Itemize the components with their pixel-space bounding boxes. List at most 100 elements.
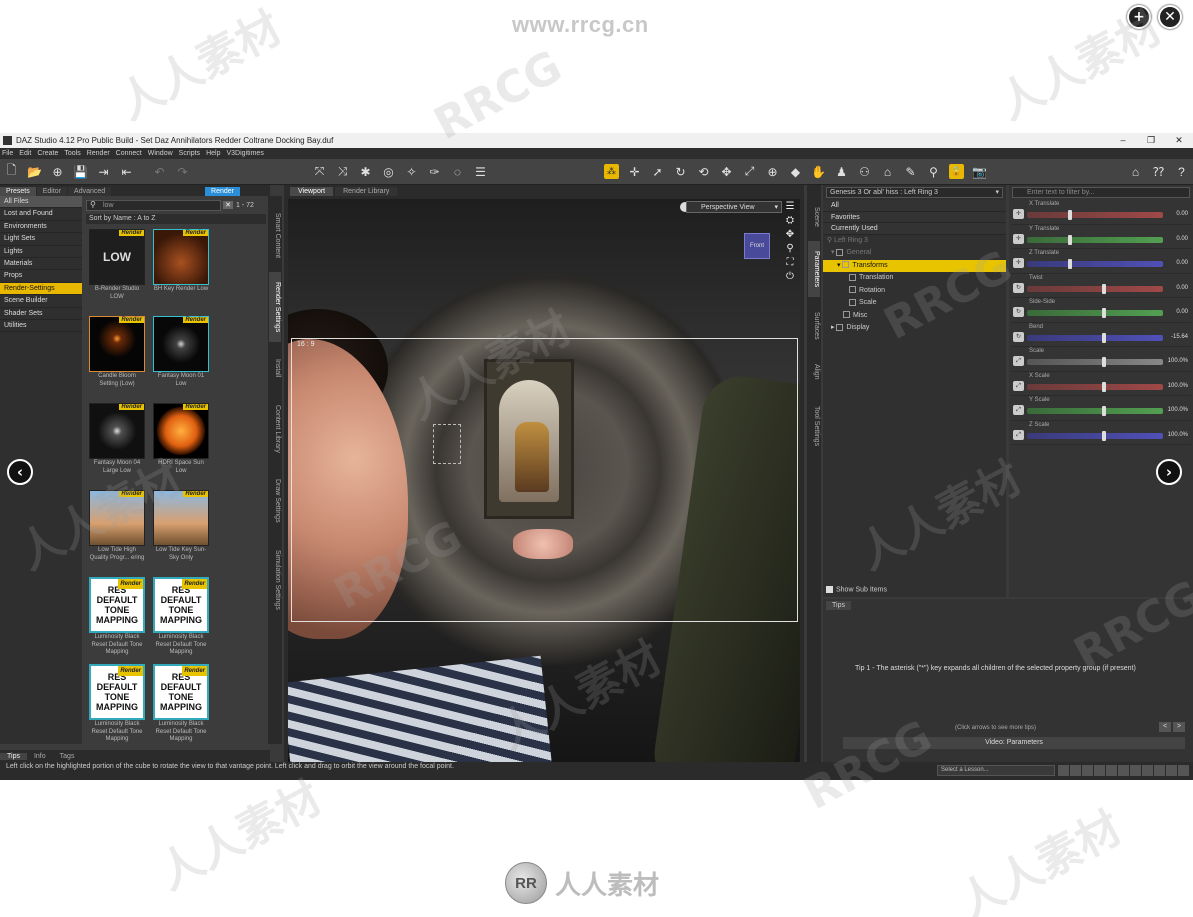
menu-v3digitimes[interactable]: V3Digitimes: [226, 150, 263, 157]
close-window-button[interactable]: ✕: [1165, 135, 1193, 146]
category-utilities[interactable]: Utilities: [0, 320, 82, 333]
help-icon[interactable]: ?: [1174, 164, 1189, 179]
menu-edit[interactable]: Edit: [19, 150, 31, 157]
parameter-row[interactable]: ✛ Y Translate 0.00: [1011, 225, 1191, 249]
lock-tool-icon[interactable]: 🔒: [949, 164, 964, 179]
parameter-slider[interactable]: [1027, 234, 1163, 245]
menu-scripts[interactable]: Scripts: [179, 150, 200, 157]
spot-render-icon[interactable]: ✧: [404, 164, 419, 179]
menu-connect[interactable]: Connect: [116, 150, 142, 157]
group-tool-icon[interactable]: ⚇: [857, 164, 872, 179]
surface-selection-icon[interactable]: ✑: [427, 164, 442, 179]
frame-icon[interactable]: ⛶: [787, 257, 794, 268]
slider-handle[interactable]: [1067, 234, 1072, 245]
tab-tips-pane[interactable]: Tips: [826, 601, 851, 610]
category-materials[interactable]: Materials: [0, 258, 82, 271]
align-tool-icon[interactable]: ⤧: [312, 164, 327, 179]
parameter-row[interactable]: ↻ Bend -15.64: [1011, 323, 1191, 347]
parameter-slider[interactable]: [1027, 332, 1163, 343]
thumbnail-item[interactable]: Render BH Key Render Low: [152, 229, 210, 314]
maximize-button[interactable]: ❐: [1137, 135, 1165, 146]
thumbnail-item[interactable]: RES DEFAULT TONE MAPPING Render Luminosit…: [152, 664, 210, 744]
camera-tool-icon[interactable]: ⊕: [765, 164, 780, 179]
parameter-slider[interactable]: [1027, 259, 1163, 269]
undo-icon[interactable]: ↶: [152, 164, 167, 179]
rotate-tool-icon[interactable]: ↻: [673, 164, 688, 179]
view-mode-dropdown[interactable]: Perspective View: [686, 201, 782, 213]
thumbnail-item[interactable]: Render Low Tide High Quality Progr... er…: [88, 490, 146, 575]
parameter-row[interactable]: ⤢ Y Scale 100.0%: [1011, 396, 1191, 421]
parameter-slider[interactable]: [1027, 357, 1163, 367]
side-tab-content-library[interactable]: Content Library: [269, 394, 281, 464]
slider-handle[interactable]: [1101, 381, 1106, 392]
node-selection-icon[interactable]: ➚: [650, 164, 665, 179]
parameter-row[interactable]: ⤢ Z Scale 100.0%: [1011, 421, 1191, 445]
tab-render-library[interactable]: Render Library: [335, 187, 398, 196]
parameter-value[interactable]: 0.00: [1176, 211, 1188, 217]
tab-viewport[interactable]: Viewport: [290, 187, 334, 196]
thumbnail-item[interactable]: Render Fantasy Moon 04 Large Low: [88, 403, 146, 488]
parameter-row[interactable]: ✛ Z Translate 0.00: [1011, 249, 1191, 274]
parameter-value[interactable]: 0.00: [1176, 260, 1188, 266]
parameter-row[interactable]: ⤢ Scale 100.0%: [1011, 347, 1191, 372]
parameter-value[interactable]: 100.0%: [1168, 407, 1188, 413]
geometry-editor-icon[interactable]: ◎: [381, 164, 396, 179]
filter-favorites[interactable]: Favorites: [823, 211, 1006, 223]
whats-this-icon[interactable]: ⁇: [1151, 164, 1166, 179]
twist-tool-icon[interactable]: ⟲: [696, 164, 711, 179]
scale-tool-icon[interactable]: ⤢: [742, 164, 757, 179]
side-tab-draw-settings[interactable]: Draw Settings: [269, 470, 281, 532]
clear-search-icon[interactable]: ✕: [223, 201, 233, 209]
render-tool-icon[interactable]: ⌂: [880, 164, 895, 179]
previous-tip-button[interactable]: <: [1159, 722, 1171, 732]
menu-tools[interactable]: Tools: [64, 150, 80, 157]
render-button[interactable]: Render: [205, 187, 240, 196]
joint-editor-icon[interactable]: ✱: [358, 164, 373, 179]
slider-handle[interactable]: [1067, 259, 1072, 269]
slider-handle[interactable]: [1101, 332, 1106, 343]
tab-presets[interactable]: Presets: [0, 187, 36, 196]
lesson-button[interactable]: [1154, 765, 1165, 776]
parameter-value[interactable]: 100.0%: [1168, 432, 1188, 438]
parameter-slider[interactable]: [1027, 406, 1163, 416]
chevron-right-icon[interactable]: ›: [1156, 459, 1182, 485]
parameter-value[interactable]: 100.0%: [1168, 383, 1188, 389]
parameter-slider[interactable]: [1027, 430, 1163, 441]
parameter-row[interactable]: ↻ Twist 0.00: [1011, 274, 1191, 298]
open-file-icon[interactable]: 📂: [27, 164, 42, 179]
side-tab-scene[interactable]: Scene: [808, 199, 820, 235]
3d-scene-view[interactable]: 16 : 9 Perspective View Front ☰ ⛭ ✥ ⚲ ⛶ …: [288, 199, 800, 762]
lesson-button[interactable]: [1082, 765, 1093, 776]
node-selector[interactable]: Genesis 3 Or abl' hiss : Left Ring 3: [826, 187, 1003, 198]
universal-tool-icon[interactable]: ⁂: [604, 164, 619, 179]
home-icon[interactable]: ⌂: [1128, 164, 1143, 179]
parameter-value[interactable]: 0.00: [1176, 309, 1188, 315]
parameter-value[interactable]: 0.00: [1176, 285, 1188, 291]
side-tab-simulation-settings[interactable]: Simulation Settings: [269, 538, 281, 622]
iray-tool-icon[interactable]: ✎: [903, 164, 918, 179]
close-icon[interactable]: ✕: [1158, 5, 1182, 29]
tree-row-transforms[interactable]: ▾ Transforms: [823, 259, 1006, 272]
slider-handle[interactable]: [1101, 406, 1106, 416]
menu-create[interactable]: Create: [37, 150, 58, 157]
redo-icon[interactable]: ↷: [175, 164, 190, 179]
reset-view-icon[interactable]: ⏻: [786, 271, 794, 282]
save-icon[interactable]: 💾: [73, 164, 88, 179]
lesson-button[interactable]: [1070, 765, 1081, 776]
category-lights[interactable]: Lights: [0, 246, 82, 258]
parameter-row[interactable]: ⤢ X Scale 100.0%: [1011, 372, 1191, 396]
tab-tips[interactable]: Tips: [0, 752, 27, 760]
side-tab-align[interactable]: Align: [808, 355, 820, 389]
surface-tool-icon[interactable]: ◆: [788, 164, 803, 179]
lesson-button[interactable]: [1058, 765, 1069, 776]
tree-row-general[interactable]: ▾ General: [823, 247, 1006, 260]
lesson-button[interactable]: [1166, 765, 1177, 776]
menu-render[interactable]: Render: [87, 150, 110, 157]
sort-dropdown[interactable]: Sort by Name : A to Z: [86, 214, 266, 224]
magnifier-plus-icon[interactable]: +: [1127, 5, 1151, 29]
tree-row-rotation[interactable]: Rotation: [823, 285, 1006, 298]
show-sub-items-checkbox[interactable]: Show Sub Items: [826, 585, 887, 593]
tab-advanced[interactable]: Advanced: [68, 187, 112, 196]
tab-info[interactable]: Info: [27, 753, 53, 760]
menu-window[interactable]: Window: [148, 150, 173, 157]
